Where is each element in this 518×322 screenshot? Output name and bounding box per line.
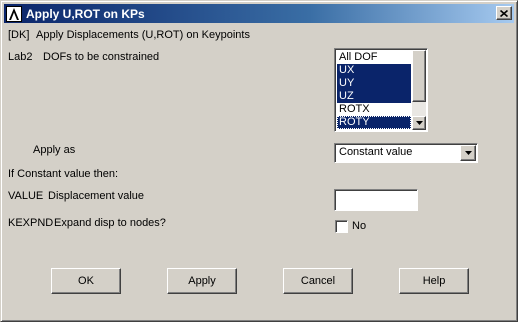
dof-list: All DOF UX UY UZ ROTX ROTY [337, 51, 411, 129]
list-item[interactable]: ROTX [337, 103, 411, 116]
list-item[interactable]: UZ [337, 90, 411, 103]
list-item[interactable]: All DOF [337, 51, 411, 64]
title-bar[interactable]: Apply U,ROT on KPs [4, 4, 514, 23]
constant-note: If Constant value then: [8, 168, 119, 180]
expand-checkbox-label[interactable]: No [352, 220, 366, 232]
lab2-label: Lab2 [8, 51, 33, 63]
list-item[interactable]: UX [337, 64, 411, 77]
value-label: VALUE [8, 190, 44, 202]
apply-button[interactable]: Apply [167, 268, 237, 294]
dropdown-button[interactable] [460, 145, 476, 161]
window-title: Apply U,ROT on KPs [26, 6, 145, 21]
scrollbar-thumb[interactable] [412, 50, 426, 102]
listbox-scrollbar[interactable] [412, 50, 426, 130]
kexpnd-description: Expand disp to nodes? [54, 217, 166, 229]
scroll-down-button[interactable] [412, 116, 426, 130]
header-description: Apply Displacements (U,ROT) on Keypoints [36, 29, 250, 41]
apply-as-label: Apply as [33, 144, 76, 156]
kexpnd-label: KEXPND [8, 217, 54, 229]
list-item[interactable]: UY [337, 77, 411, 90]
chevron-down-icon [464, 151, 472, 155]
help-button[interactable]: Help [399, 268, 469, 294]
displacement-value-field[interactable] [334, 189, 418, 211]
header-code: [DK] [8, 29, 30, 41]
apply-as-value: Constant value [339, 146, 413, 158]
close-button[interactable] [496, 6, 512, 20]
ansys-logo-icon [6, 5, 22, 22]
cancel-button[interactable]: Cancel [283, 268, 353, 294]
list-item[interactable]: ROTY [337, 116, 411, 129]
dialog-window: Apply U,ROT on KPs [DK] Apply Displaceme… [0, 0, 518, 322]
expand-checkbox[interactable] [335, 220, 348, 233]
lab2-description: DOFs to be constrained [43, 51, 160, 63]
close-icon [500, 9, 508, 17]
dof-listbox[interactable]: All DOF UX UY UZ ROTX ROTY [334, 48, 428, 132]
value-description: Displacement value [48, 190, 144, 202]
arrow-down-icon [415, 121, 423, 125]
apply-as-dropdown[interactable]: Constant value [334, 143, 478, 163]
ok-button[interactable]: OK [51, 268, 121, 294]
